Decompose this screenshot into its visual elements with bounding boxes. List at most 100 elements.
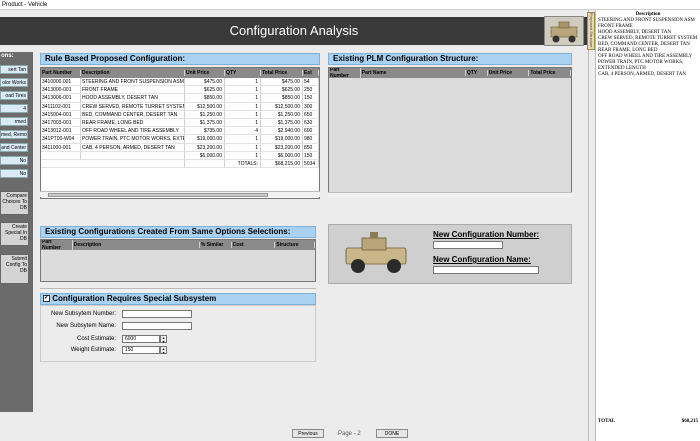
col-similar: % Similar xyxy=(200,242,232,248)
table-cell: 980 xyxy=(303,135,319,143)
description-list: STEERING AND FRONT SUSPENSION ASM FRONT F… xyxy=(596,18,700,78)
table-row[interactable]: 3410000.001 STEERING AND FRONT SUSPENSION… xyxy=(41,78,319,87)
table-cell: $850.00 xyxy=(261,94,303,102)
table-cell: POWER TRAIN, PTC MOTOR WORKS, EXTEN... xyxy=(82,135,185,143)
table-cell: 1 xyxy=(225,135,261,143)
table-row[interactable]: 3413012-001 OFF ROAD WHEEL AND TIRE ASSEM… xyxy=(41,127,319,136)
existing-configs-table: Part Number Description % Similar Cost S… xyxy=(40,239,316,282)
description-header: Description xyxy=(635,12,661,17)
table-cell: REAR FRAME, LONG BED xyxy=(81,118,185,127)
option-value[interactable]: med, Remot xyxy=(0,130,28,139)
table-cell: $23,200.00 xyxy=(261,143,303,151)
col-est: Est xyxy=(303,70,319,76)
col-part-name: Part Name xyxy=(361,70,466,76)
option-value[interactable]: rmed xyxy=(0,117,28,126)
table-cell: 1 xyxy=(225,110,261,118)
compare-choices-button[interactable]: Compare Choices To DB xyxy=(0,191,29,215)
table-cell: $1,250.00 xyxy=(261,110,303,118)
panel-splitter[interactable] xyxy=(588,10,596,441)
option-value[interactable]: and Center xyxy=(0,143,28,152)
table-row[interactable]: 3413006-001 HOOD ASSEMBLY, DESERT TAN $850… xyxy=(41,94,319,103)
option-value[interactable]: olor Works xyxy=(0,78,28,87)
table-cell: FRONT FRAME xyxy=(81,86,185,94)
side-tab[interactable]: Proposed Structure xyxy=(587,12,595,50)
cost-spinner[interactable]: ▴ ▾ xyxy=(160,335,167,344)
table-cell: 630 xyxy=(303,118,319,127)
table-cell: 341PT00-W04 xyxy=(41,135,81,143)
description-total-label: TOTAL xyxy=(598,419,616,424)
armored-vehicle-icon xyxy=(338,228,416,278)
existing-configs-header: Part Number Description % Similar Cost S… xyxy=(41,240,315,251)
table-cell: $735.00 xyxy=(185,127,225,135)
option-value[interactable]: 4 xyxy=(0,104,28,113)
table-row[interactable]: 3413000-001 FRONT FRAME $625.00 1 $625.00 250 xyxy=(41,86,319,95)
table-cell xyxy=(81,151,185,159)
rule-based-header: Part Number Description Unit Price QTY T… xyxy=(41,68,319,78)
table-cell: $19,000.00 xyxy=(185,135,225,143)
table-cell: 1 xyxy=(225,94,261,102)
col-part-number: Part Number xyxy=(41,70,81,76)
table-cell: BED, COMMAND CENTER, DESERT TAN xyxy=(81,110,185,118)
table-cell: $12,500.00 xyxy=(185,102,225,110)
armored-vehicle-icon xyxy=(544,16,584,46)
table-cell: STEERING AND FRONT SUSPENSION ASM xyxy=(82,78,185,86)
option-value[interactable]: oad Tires xyxy=(0,91,28,100)
subsystem-number-label: New Subsytem Number: xyxy=(50,311,116,317)
table-row[interactable]: 3415004-001 BED, COMMAND CENTER, DESERT T… xyxy=(41,110,319,119)
table-cell: $12,500.00 xyxy=(261,102,303,110)
cost-estimate-input[interactable]: 6000 xyxy=(122,335,160,343)
col-structure: Structure xyxy=(275,242,315,248)
table-cell: $1,375.00 xyxy=(185,118,225,127)
description-item: POWER TRAIN, PTC MOTOR WORKS, EXTENDED L… xyxy=(598,60,684,71)
table-cell: 3411102-001 xyxy=(41,102,81,110)
table-row[interactable]: $6,000.00 1 $6,000.00 150 xyxy=(41,151,319,160)
table-cell: 1 xyxy=(225,102,261,110)
table-cell: 4 xyxy=(225,127,261,135)
subsystem-checkbox-label: Configuration Requires Special Subsystem xyxy=(52,294,217,303)
table-row[interactable]: 341PT00-W04 POWER TRAIN, PTC MOTOR WORKS,… xyxy=(41,135,319,144)
table-row[interactable]: 3417003-001 REAR FRAME, LONG BED $1,375.00… xyxy=(41,118,319,128)
option-value[interactable]: No xyxy=(0,156,28,165)
table-cell: 1 xyxy=(225,118,261,127)
scroll-thumb[interactable] xyxy=(48,193,268,197)
table-cell: CAB, 4 PERSON, ARMED, DESERT TAN xyxy=(81,143,185,151)
subsystem-title-bar: ✓ Configuration Requires Special Subsyst… xyxy=(40,293,316,305)
table-cell: $2,940.00 xyxy=(261,127,303,135)
table-row[interactable]: 3411000-001 CAB, 4 PERSON, ARMED, DESERT … xyxy=(41,143,319,152)
table-cell: $6,000.00 xyxy=(185,151,225,159)
rule-based-hscroll[interactable] xyxy=(40,191,320,197)
subsystem-checkbox[interactable]: ✓ xyxy=(43,295,50,303)
new-config-name-input[interactable] xyxy=(433,266,539,274)
previous-button[interactable]: Previous xyxy=(292,429,324,438)
option-value[interactable]: sert Tan xyxy=(0,65,28,74)
table-cell: 850 xyxy=(303,143,319,151)
table-cell: HOOD ASSEMBLY, DESERT TAN xyxy=(81,94,185,102)
table-cell: 650 xyxy=(303,110,319,118)
option-value[interactable]: No xyxy=(0,169,28,178)
col-qty: QTY xyxy=(225,70,261,76)
table-cell xyxy=(41,151,81,159)
table-cell: 150 xyxy=(303,151,319,159)
new-config-number-input[interactable] xyxy=(433,241,503,249)
table-cell: 3417003-001 xyxy=(41,118,81,127)
done-button[interactable]: DONE xyxy=(376,429,408,438)
table-row[interactable]: 3411102-001 CREW SERVED, REMOTE TURRET SY… xyxy=(41,102,319,111)
submit-config-button[interactable]: Submit Config To DB xyxy=(0,254,29,284)
plm-hscroll[interactable] xyxy=(328,192,572,198)
col-cost: Cost xyxy=(232,242,276,248)
subsystem-number-input[interactable] xyxy=(122,310,192,318)
table-cell: $625.00 xyxy=(185,86,225,94)
table-cell: 300 xyxy=(303,102,319,110)
subsystem-name-label: New Subsytem Name: xyxy=(56,323,116,329)
create-special-button[interactable]: Create Special In DB xyxy=(0,222,29,246)
weight-estimate-input[interactable]: 150 xyxy=(122,346,160,354)
totals-est: 5034 xyxy=(303,159,319,168)
rule-based-rows: 3410000.001 STEERING AND FRONT SUSPENSION… xyxy=(41,78,319,160)
table-cell: 3415004-001 xyxy=(41,110,81,118)
new-config-name-label: New Configuration Name: xyxy=(433,255,531,264)
table-cell: $23,200.00 xyxy=(185,143,225,151)
rule-based-title: Rule Based Proposed Configuration: xyxy=(40,53,320,65)
weight-spinner[interactable]: ▴ ▾ xyxy=(160,346,167,355)
subsystem-name-input[interactable] xyxy=(122,322,192,330)
table-cell: 3413006-001 xyxy=(41,94,81,102)
